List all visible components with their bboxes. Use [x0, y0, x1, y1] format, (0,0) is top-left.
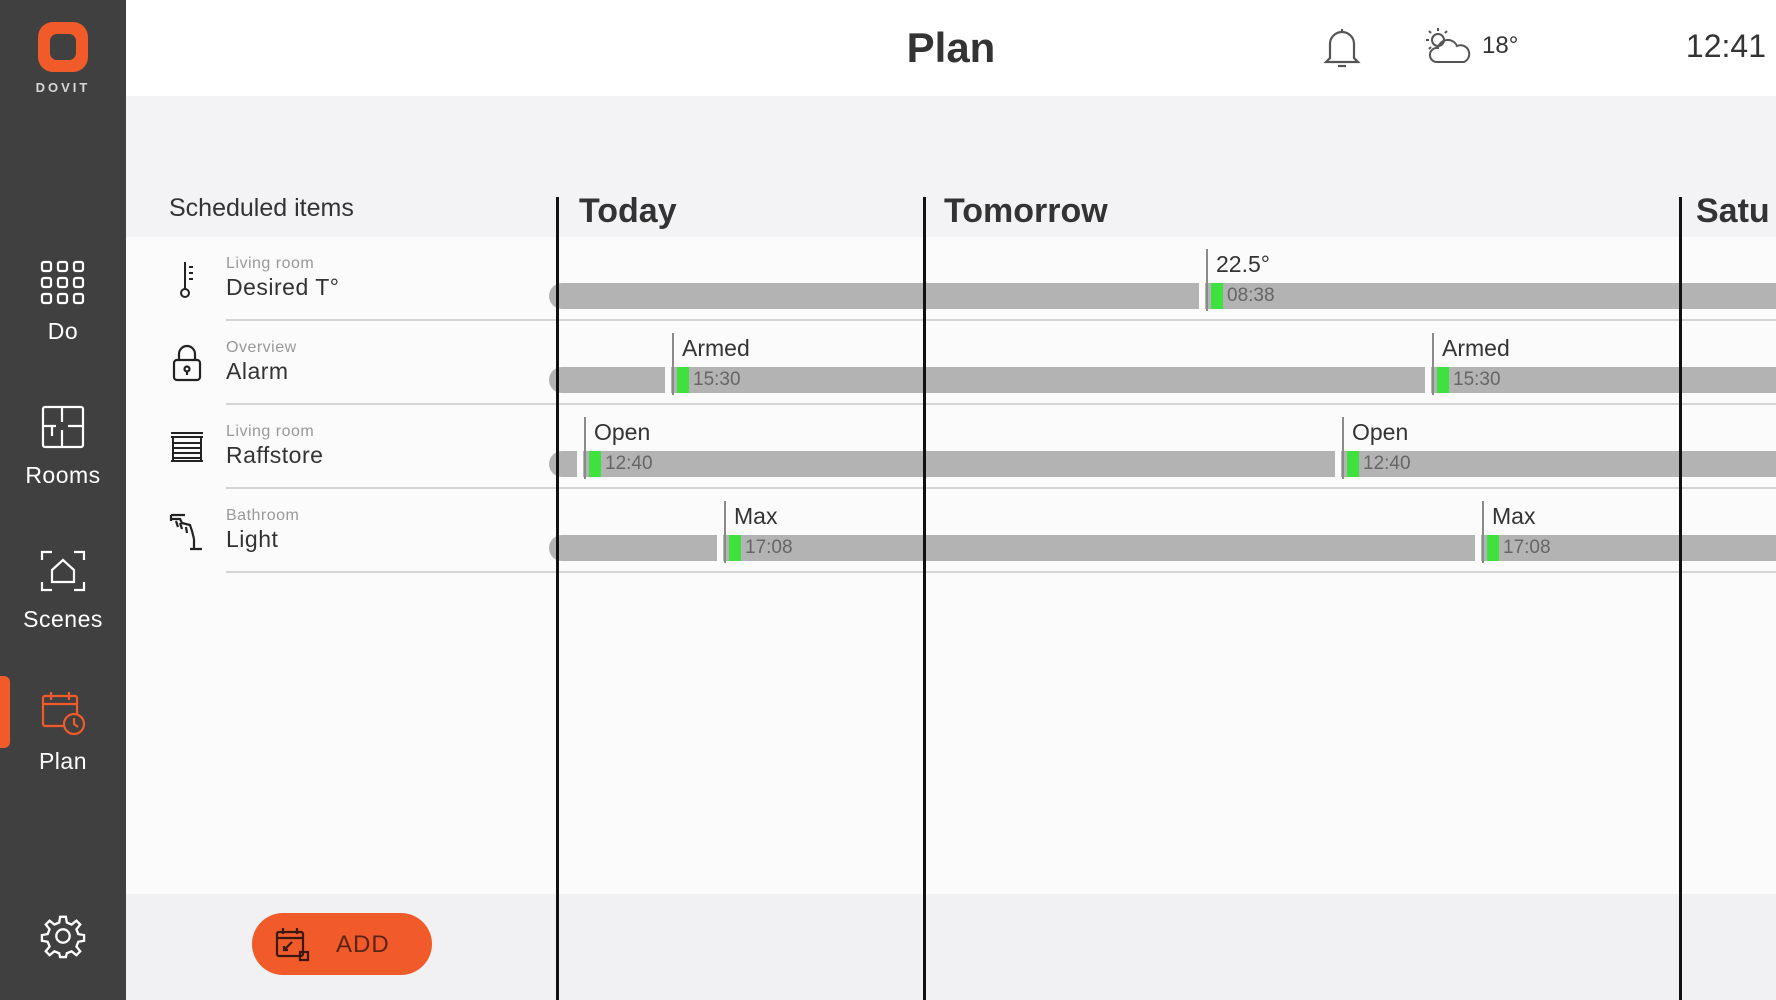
- event-active-marker: [589, 451, 601, 477]
- blinds-icon: [171, 432, 203, 462]
- event-marker: [584, 417, 586, 479]
- brand-name: DOVIT: [35, 80, 91, 95]
- event-marker: [1342, 417, 1344, 479]
- event-gap: [1425, 367, 1431, 393]
- logo-mark-icon: [38, 22, 88, 72]
- floorplan-icon: [41, 405, 85, 449]
- header: Plan 18° 12:41: [126, 0, 1776, 96]
- partly-cloudy-icon: [1426, 28, 1471, 63]
- event-marker: [724, 501, 726, 563]
- event-marker: [1206, 249, 1208, 311]
- event-active-marker: [1211, 283, 1223, 309]
- sidebar-item-label: Plan: [38, 748, 88, 774]
- event-value: 22.5°: [1216, 251, 1270, 277]
- thermometer-icon: [180, 262, 193, 298]
- event-active-marker: [729, 535, 741, 561]
- row-item-name: Raffstore: [226, 442, 324, 468]
- row-room: Bathroom: [226, 507, 300, 524]
- event-gap: [1335, 451, 1341, 477]
- grid-icon: [40, 260, 85, 305]
- event-value: Open: [1352, 419, 1409, 445]
- event-value: Open: [594, 419, 651, 445]
- event-time: 15:30: [693, 369, 741, 390]
- day-label-saturday: Satu: [1696, 192, 1770, 230]
- row-item-name: Alarm: [226, 358, 289, 384]
- page-title: Plan: [906, 24, 996, 71]
- ceiling-lamp-icon: [169, 513, 202, 551]
- event-value: Armed: [682, 335, 750, 361]
- add-button-label: ADD: [336, 931, 390, 958]
- row-room: Overview: [226, 339, 297, 356]
- scheduled-item-row[interactable]: Bathroom Light Max 17:08 Max 17:08: [126, 489, 1776, 573]
- event-time: 08:38: [1227, 285, 1275, 306]
- sidebar-item-label: Scenes: [23, 606, 103, 632]
- sidebar-item-plan[interactable]: Plan: [0, 688, 126, 775]
- clock: 12:41: [1685, 28, 1766, 64]
- event-slot: 15:30: [677, 367, 1337, 393]
- event-value: Armed: [1442, 335, 1510, 361]
- scheduled-item-row[interactable]: Overview Alarm Armed 15:30 Armed 15:30: [126, 321, 1776, 405]
- event-slot: 08:38: [1211, 283, 1776, 309]
- row-item-name: Desired T°: [226, 274, 340, 300]
- event-active-marker: [1437, 367, 1449, 393]
- event-gap: [665, 367, 671, 393]
- sidebar-item-label: Rooms: [25, 462, 101, 488]
- scheduled-item-row[interactable]: Living room Raffstore Open 12:40 Open 12…: [126, 405, 1776, 489]
- row-room: Living room: [226, 423, 315, 440]
- event-value: Max: [1492, 503, 1536, 529]
- event-active-marker: [1487, 535, 1499, 561]
- day-separator-today: [556, 197, 559, 1000]
- event-time: 12:40: [605, 453, 653, 474]
- row-divider: [226, 571, 1776, 573]
- event-active-marker: [1347, 451, 1359, 477]
- event-value: Max: [734, 503, 778, 529]
- row-item-name: Light: [226, 526, 279, 552]
- sidebar-item-label: Do: [47, 318, 79, 344]
- event-marker: [672, 333, 674, 395]
- day-separator-saturday: [1679, 197, 1682, 1000]
- event-slot: 15:30: [1437, 367, 1767, 393]
- event-time: 17:08: [1503, 537, 1551, 558]
- calendar-clock-icon: [41, 692, 86, 736]
- sidebar-item-scenes[interactable]: Scenes: [0, 546, 126, 633]
- event-time: 15:30: [1453, 369, 1501, 390]
- plan-main: Scheduled items Today Tomorrow Satu Livi…: [126, 96, 1776, 1000]
- event-marker: [1482, 501, 1484, 563]
- day-separator-tomorrow: [923, 197, 926, 1000]
- dovit-logo: DOVIT: [0, 22, 126, 95]
- event-gap: [717, 535, 723, 561]
- row-room: Living room: [226, 255, 315, 272]
- house-scene-icon: [40, 550, 86, 592]
- calendar-add-icon: [275, 928, 310, 962]
- scheduled-items-title: Scheduled items: [169, 194, 354, 222]
- add-schedule-button[interactable]: ADD: [252, 913, 432, 975]
- lock-icon: [172, 344, 202, 382]
- event-time: 17:08: [745, 537, 793, 558]
- event-slot: 12:40: [1347, 451, 1767, 477]
- event-active-marker: [677, 367, 689, 393]
- sidebar-item-rooms[interactable]: Rooms: [0, 402, 126, 489]
- event-slot: 17:08: [729, 535, 1389, 561]
- event-marker: [1432, 333, 1434, 395]
- outdoor-temperature: 18°: [1482, 32, 1519, 59]
- sidebar-item-do[interactable]: Do: [0, 258, 126, 345]
- event-gap: [1199, 283, 1205, 309]
- sidebar: DOVIT Do Rooms Scenes Plan: [0, 0, 126, 1000]
- event-gap: [1475, 535, 1481, 561]
- gear-icon[interactable]: [40, 913, 86, 959]
- event-time: 12:40: [1363, 453, 1411, 474]
- day-label-today: Today: [579, 192, 677, 230]
- day-label-tomorrow: Tomorrow: [944, 192, 1108, 230]
- event-slot: 17:08: [1487, 535, 1767, 561]
- bell-icon[interactable]: [1322, 26, 1362, 70]
- scheduled-item-row[interactable]: Living room Desired T° 22.5° 08:38: [126, 237, 1776, 321]
- event-gap: [577, 451, 583, 477]
- event-slot: 12:40: [589, 451, 1249, 477]
